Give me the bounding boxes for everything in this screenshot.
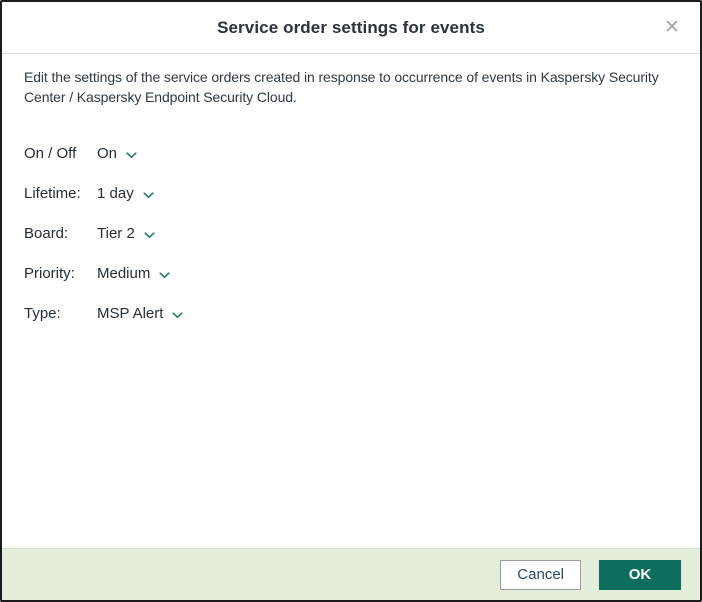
priority-value: Medium bbox=[97, 265, 151, 282]
chevron-down-icon bbox=[144, 231, 155, 238]
dialog-body: Edit the settings of the service orders … bbox=[2, 54, 700, 548]
chevron-down-icon bbox=[159, 271, 170, 278]
form-row-priority: Priority: Medium bbox=[24, 264, 678, 304]
type-dropdown[interactable]: MSP Alert bbox=[97, 304, 184, 324]
field-label-type: Type: bbox=[24, 305, 61, 322]
settings-form: On / Off On Lifetime: 1 day Board: Tier … bbox=[24, 144, 678, 344]
service-order-settings-dialog: Service order settings for events ✕ Edit… bbox=[0, 0, 702, 602]
on-off-dropdown[interactable]: On bbox=[97, 144, 137, 164]
chevron-down-icon bbox=[172, 311, 184, 318]
dialog-description: Edit the settings of the service orders … bbox=[24, 69, 659, 105]
priority-dropdown[interactable]: Medium bbox=[97, 264, 170, 284]
board-value: Tier 2 bbox=[97, 225, 135, 242]
close-button[interactable]: ✕ bbox=[658, 14, 686, 42]
on-off-value: On bbox=[97, 145, 118, 162]
lifetime-dropdown[interactable]: 1 day bbox=[97, 184, 154, 204]
cancel-button[interactable]: Cancel bbox=[500, 559, 581, 590]
form-row-on-off: On / Off On bbox=[24, 144, 678, 184]
dialog-title: Service order settings for events bbox=[217, 17, 485, 37]
ok-button[interactable]: OK bbox=[599, 559, 681, 590]
dialog-footer: Cancel OK bbox=[2, 548, 700, 600]
type-value: MSP Alert bbox=[97, 305, 164, 322]
chevron-down-icon bbox=[126, 151, 137, 158]
board-dropdown[interactable]: Tier 2 bbox=[97, 224, 155, 244]
form-row-board: Board: Tier 2 bbox=[24, 224, 678, 264]
close-icon: ✕ bbox=[664, 16, 680, 38]
field-label-lifetime: Lifetime: bbox=[24, 185, 81, 202]
field-label-on-off: On / Off bbox=[24, 145, 77, 162]
dialog-header: Service order settings for events ✕ bbox=[2, 2, 700, 54]
form-row-lifetime: Lifetime: 1 day bbox=[24, 184, 678, 224]
chevron-down-icon bbox=[143, 191, 154, 198]
field-label-priority: Priority: bbox=[24, 265, 75, 282]
form-row-type: Type: MSP Alert bbox=[24, 304, 678, 344]
field-label-board: Board: bbox=[24, 225, 69, 242]
lifetime-value: 1 day bbox=[97, 185, 134, 202]
